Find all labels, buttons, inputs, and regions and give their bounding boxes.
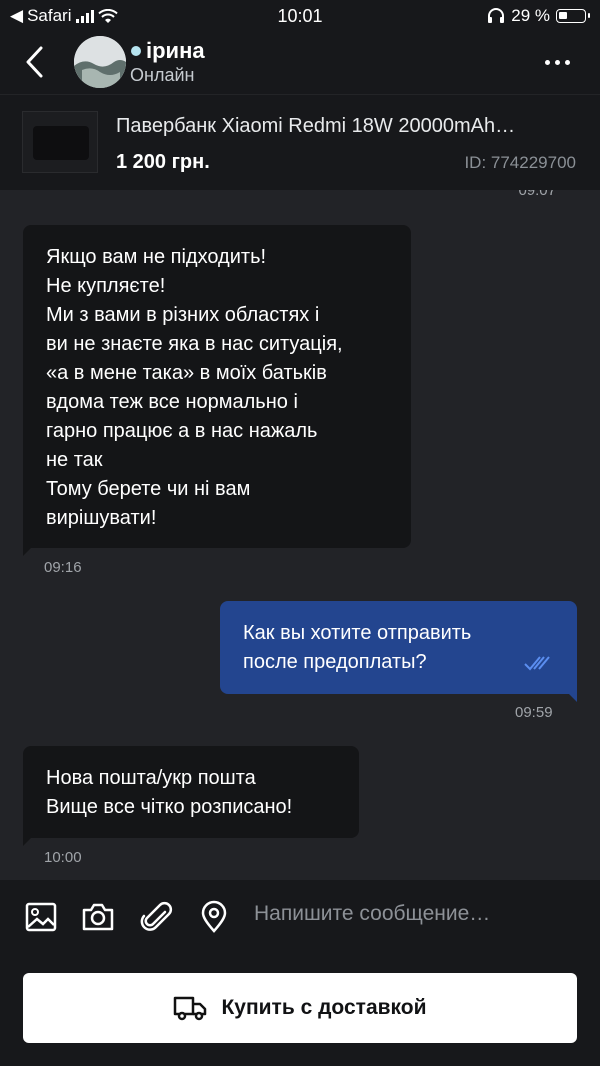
composer: Напишите сообщение… Купить с доставкой <box>0 880 600 1066</box>
product-id: ID: 774229700 <box>464 153 576 172</box>
message-line: Не купляєте! <box>46 275 166 297</box>
message-line: Ми з вами в різних областях і <box>46 304 320 326</box>
message-time: 10:00 <box>44 849 82 866</box>
more-options-icon[interactable] <box>545 60 570 65</box>
location-icon[interactable] <box>197 900 231 934</box>
headphones-icon <box>488 8 505 23</box>
message-line: Вище все чітко розписано! <box>46 796 293 818</box>
message-line: не так <box>46 449 103 471</box>
chat-header: ірина Онлайн <box>0 32 600 94</box>
message-input[interactable]: Напишите сообщение… <box>254 902 490 926</box>
product-price: 1 200 грн. <box>116 151 210 173</box>
buy-with-delivery-button[interactable]: Купить с доставкой <box>23 973 577 1043</box>
contact-name: ірина <box>146 38 205 63</box>
message-time: 09:59 <box>515 704 553 721</box>
status-right: 29 % <box>487 6 590 26</box>
online-indicator <box>131 46 141 56</box>
camera-icon[interactable] <box>81 900 115 934</box>
battery-percent: 29 % <box>511 6 550 25</box>
incoming-message[interactable]: Нова пошта/укр пошта Вище все чітко розп… <box>23 746 359 846</box>
delivery-truck-icon <box>174 996 207 1021</box>
attachment-icon[interactable] <box>139 900 173 934</box>
back-arrow-icon[interactable] <box>22 44 50 80</box>
outgoing-message[interactable]: Как вы хотите отправить после предоплаты… <box>220 601 577 702</box>
message-time: 09:16 <box>44 559 82 576</box>
message-line: Тому берете чи ні вам <box>46 478 251 500</box>
product-title: Павербанк Xiaomi Redmi 18W 20000mAh… <box>116 115 516 137</box>
message-line: вирішувати! <box>46 507 157 529</box>
product-thumbnail <box>22 111 98 173</box>
message-line: после предоплаты? <box>243 651 427 673</box>
message-line: Как вы хотите отправить <box>243 622 472 644</box>
avatar-image <box>74 36 126 88</box>
gallery-icon[interactable] <box>24 900 58 934</box>
incoming-message[interactable]: Якщо вам не підходить! Не купляєте! Ми з… <box>23 225 411 556</box>
message-line: вдома теж все нормально і <box>46 391 298 413</box>
read-receipt-icon <box>524 656 550 671</box>
product-card[interactable]: Павербанк Xiaomi Redmi 18W 20000mAh… 1 2… <box>0 94 600 190</box>
message-line: «а в мене така» в моїх батьків <box>46 362 327 384</box>
contact-status: Онлайн <box>130 65 195 85</box>
avatar[interactable] <box>74 36 126 88</box>
status-bar: ◀ Safari 10:01 29 % <box>0 0 600 32</box>
battery-icon <box>556 9 590 23</box>
message-line: ви не знаєте яка в нас ситуація, <box>46 333 343 355</box>
message-list[interactable]: 09:07 Якщо вам не підходить! Не купляєте… <box>0 190 600 880</box>
message-line: Якщо вам не підходить! <box>46 246 267 268</box>
message-time: 09:07 <box>518 190 556 199</box>
message-line: гарно працює а в нас нажаль <box>46 420 318 442</box>
buy-button-label: Купить с доставкой <box>221 996 427 1019</box>
message-line: Нова пошта/укр пошта <box>46 767 256 789</box>
